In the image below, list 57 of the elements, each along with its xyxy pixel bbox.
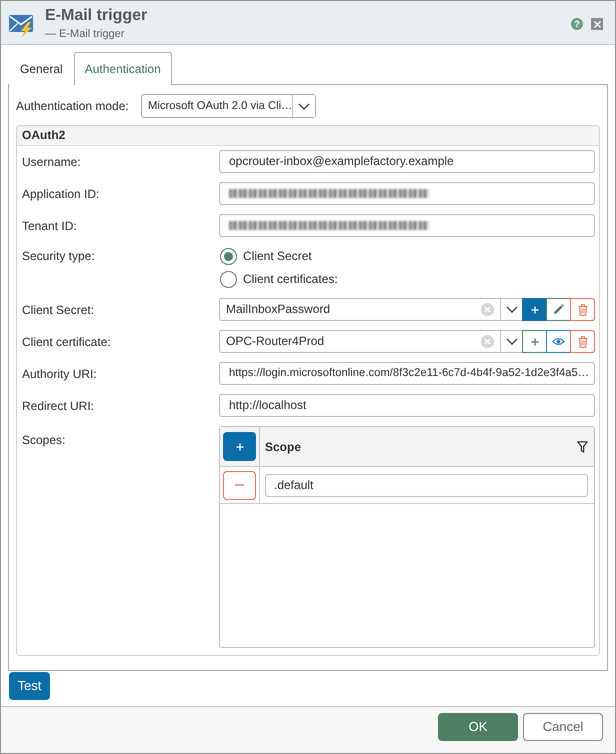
dropdown-field[interactable]: MailInboxPassword	[219, 298, 595, 321]
input-field[interactable]	[219, 182, 595, 205]
dropdown-field[interactable]: Microsoft OAuth 2.0 via Cli…	[141, 94, 316, 118]
plus-icon	[236, 442, 244, 450]
input-field[interactable]: .default	[265, 474, 588, 496]
input-field[interactable]: http://localhost	[219, 394, 595, 417]
column-header[interactable]: Scope	[265, 438, 577, 456]
input-field[interactable]	[219, 214, 595, 237]
dropdown-value: MailInboxPassword	[225, 301, 332, 318]
filter-icon[interactable]	[577, 440, 588, 452]
radio-button[interactable]	[220, 270, 237, 288]
delete-button[interactable]	[570, 298, 595, 321]
trash-icon	[578, 304, 588, 316]
field-label: Scopes:	[22, 432, 66, 449]
plus-icon	[530, 338, 538, 346]
window-title: E-Mail trigger	[45, 6, 148, 26]
view-button[interactable]	[546, 330, 571, 353]
dropdown-value: OPC-Router4Prod	[225, 333, 326, 350]
field-label: Tenant ID:	[22, 218, 78, 234]
field-label: Username:	[22, 154, 82, 170]
ok-button[interactable]: OK	[438, 713, 518, 741]
add-button[interactable]	[522, 298, 547, 321]
edit-button[interactable]	[546, 298, 571, 321]
add-button[interactable]	[522, 330, 547, 353]
field-label: Application ID:	[22, 186, 100, 202]
tab[interactable]: Authentication	[74, 52, 172, 85]
field-label: Security type:	[22, 248, 96, 265]
trash-icon	[578, 336, 588, 348]
window-subtitle: — E-Mail trigger	[45, 28, 126, 41]
chevron-down-icon	[298, 102, 310, 110]
group-title: OAuth2	[17, 126, 599, 146]
dropdown-value: Microsoft OAuth 2.0 via Cli…	[147, 99, 292, 114]
radio-label[interactable]: Client certificates:	[243, 270, 338, 288]
plus-icon	[530, 306, 538, 314]
input-field[interactable]: https://login.microsoftonline.com/8f3c2e11-6c7d-4b4f-9a52-1d2e3f4a5…	[219, 362, 595, 385]
minus-icon	[235, 484, 244, 486]
field-label: Client Secret:	[22, 302, 96, 318]
close-button[interactable]	[591, 18, 603, 30]
chevron-down-icon	[506, 338, 518, 345]
dropdown-button[interactable]	[292, 95, 315, 117]
field-label: Authentication mode:	[16, 98, 130, 115]
radio-label[interactable]: Client Secret	[243, 247, 312, 265]
field-label: Client certificate:	[22, 334, 112, 350]
pencil-icon	[553, 304, 564, 315]
test-button[interactable]: Test	[9, 672, 50, 700]
input-field[interactable]: opcrouter-inbox@examplefactory.example	[219, 150, 595, 173]
eye-icon	[552, 337, 565, 346]
radio-button[interactable]	[220, 248, 237, 264]
field-label: Redirect URI:	[22, 398, 96, 414]
remove-button[interactable]	[223, 470, 256, 500]
chevron-down-icon	[506, 306, 518, 313]
dropdown-field[interactable]: OPC-Router4Prod	[219, 330, 595, 353]
close-icon	[594, 20, 600, 28]
delete-button[interactable]	[570, 330, 595, 353]
cancel-button[interactable]: Cancel	[523, 713, 603, 741]
add-button[interactable]	[223, 432, 256, 461]
field-label: Authority URI:	[22, 366, 98, 382]
